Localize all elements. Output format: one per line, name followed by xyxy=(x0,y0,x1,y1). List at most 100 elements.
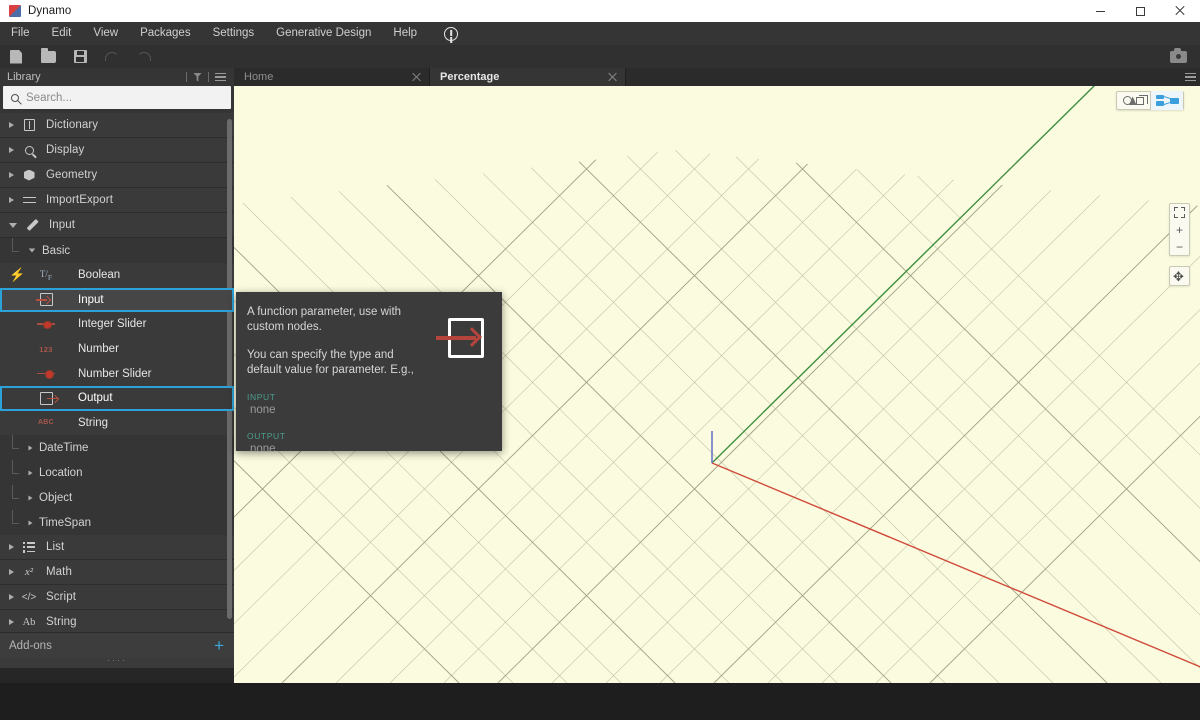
dictionary-icon xyxy=(21,119,37,131)
chevron-right-icon[interactable] xyxy=(28,495,32,500)
minimize-button[interactable] xyxy=(1080,0,1120,22)
maximize-button[interactable] xyxy=(1120,0,1160,22)
add-addon-button[interactable]: + xyxy=(214,637,224,654)
zoom-out-button[interactable]: − xyxy=(1170,238,1189,255)
chevron-right-icon[interactable] xyxy=(9,122,14,128)
redo-arrow-icon xyxy=(137,52,151,61)
alert-circle-icon[interactable] xyxy=(444,27,458,41)
library-tree[interactable]: Dictionary Display Geometry ImportExport xyxy=(0,113,234,632)
zoom-to-fit-button[interactable] xyxy=(1170,204,1189,221)
sidebar-item-string[interactable]: Ab String xyxy=(0,610,234,632)
list-item-integer-slider[interactable]: Integer Slider xyxy=(0,312,234,337)
save-button[interactable] xyxy=(64,45,96,68)
chevron-right-icon[interactable] xyxy=(9,172,14,178)
chevron-right-icon[interactable] xyxy=(9,147,14,153)
library-resize-handle[interactable] xyxy=(0,658,234,668)
new-button[interactable] xyxy=(0,45,32,68)
zoom-in-button[interactable]: + xyxy=(1170,221,1189,238)
undo-button[interactable] xyxy=(96,45,128,68)
maximize-icon xyxy=(1136,7,1145,16)
geometry-3d-icon xyxy=(1123,95,1144,107)
close-button[interactable] xyxy=(1160,0,1200,22)
filter-funnel-icon[interactable] xyxy=(193,73,202,82)
graph-view-toggle[interactable] xyxy=(1150,91,1183,110)
pan-button[interactable]: ✥ xyxy=(1169,266,1190,286)
background-3d-preview-toggle[interactable] xyxy=(1117,91,1150,110)
chevron-right-icon[interactable] xyxy=(9,569,14,575)
chevron-right-icon[interactable] xyxy=(9,619,14,625)
sidebar-subgroup-object[interactable]: Object xyxy=(0,485,234,510)
sidebar-item-label: Geometry xyxy=(46,169,97,181)
screenshot-button[interactable] xyxy=(1162,45,1194,68)
sidebar-subgroup-timespan[interactable]: TimeSpan xyxy=(0,510,234,535)
sidebar-subgroup-basic[interactable]: Basic xyxy=(0,238,234,263)
redo-button[interactable] xyxy=(128,45,160,68)
sidebar-item-dictionary[interactable]: Dictionary xyxy=(0,113,234,138)
sidebar-subgroup-location[interactable]: Location xyxy=(0,460,234,485)
tab-menu-icon[interactable] xyxy=(1180,68,1200,86)
number-123-icon: 123 xyxy=(36,341,56,357)
open-button[interactable] xyxy=(32,45,64,68)
list-item-input[interactable]: Input xyxy=(0,288,234,313)
menu-item-packages[interactable]: Packages xyxy=(129,22,202,45)
tab-label: Percentage xyxy=(440,71,499,83)
sidebar-item-importexport[interactable]: ImportExport xyxy=(0,188,234,213)
string-abc-icon: ABC xyxy=(36,415,56,431)
sidebar-item-display[interactable]: Display xyxy=(0,138,234,163)
list-item-boolean[interactable]: ⚡ T/F Boolean xyxy=(0,263,234,288)
menu-item-help[interactable]: Help xyxy=(382,22,428,45)
search-icon xyxy=(11,94,19,102)
close-icon xyxy=(1175,6,1185,16)
library-scrollbar[interactable] xyxy=(227,113,232,632)
integer-slider-icon xyxy=(36,316,56,332)
input-node-icon xyxy=(36,292,56,308)
sidebar-item-math[interactable]: x² Math xyxy=(0,560,234,585)
tab-home[interactable]: Home xyxy=(234,68,430,86)
string-icon: Ab xyxy=(21,617,37,628)
menu-item-settings[interactable]: Settings xyxy=(202,22,266,45)
chevron-right-icon[interactable] xyxy=(9,544,14,550)
basic-node-list: ⚡ T/F Boolean Input Integer Slider 123 N… xyxy=(0,263,234,435)
subgroup-label: TimeSpan xyxy=(39,517,91,529)
list-item-output[interactable]: Output xyxy=(0,386,234,411)
sidebar-subgroup-datetime[interactable]: DateTime xyxy=(0,435,234,460)
chevron-right-icon[interactable] xyxy=(28,445,32,450)
chevron-down-icon[interactable] xyxy=(29,248,36,252)
menu-item-generative-design[interactable]: Generative Design xyxy=(265,22,382,45)
close-icon[interactable] xyxy=(608,73,617,82)
chevron-down-icon[interactable] xyxy=(9,223,17,228)
list-item-number-slider[interactable]: Number Slider xyxy=(0,361,234,386)
geometry-icon xyxy=(21,170,37,181)
library-menu-icon[interactable] xyxy=(215,73,226,82)
sidebar-item-label: List xyxy=(46,541,64,553)
lightning-icon: ⚡ xyxy=(9,268,18,282)
dynamo-logo-icon xyxy=(9,5,21,17)
menu-item-view[interactable]: View xyxy=(82,22,129,45)
output-node-icon xyxy=(36,390,56,406)
chevron-right-icon[interactable] xyxy=(28,520,32,525)
menu-item-edit[interactable]: Edit xyxy=(41,22,83,45)
dynamo-application-window: Dynamo File Edit View Packages Settings … xyxy=(0,0,1200,720)
menu-bar: File Edit View Packages Settings Generat… xyxy=(0,22,1200,45)
chevron-right-icon[interactable] xyxy=(9,197,14,203)
zoom-controls: + − xyxy=(1169,203,1190,256)
scrollbar-thumb[interactable] xyxy=(227,119,232,619)
boolean-icon: T/F xyxy=(36,267,56,283)
close-icon[interactable] xyxy=(412,73,421,82)
menu-item-file[interactable]: File xyxy=(0,22,41,45)
search-input[interactable] xyxy=(26,92,206,104)
tooltip-paragraph-2: You can specify the type and default val… xyxy=(247,348,427,377)
sidebar-item-list[interactable]: List xyxy=(0,535,234,560)
chevron-right-icon[interactable] xyxy=(28,470,32,475)
sidebar-item-script[interactable]: </> Script xyxy=(0,585,234,610)
tooltip-body: A function parameter, use with custom no… xyxy=(247,305,427,377)
tab-percentage[interactable]: Percentage xyxy=(430,68,626,86)
tree-guide xyxy=(12,460,21,485)
sidebar-item-input[interactable]: Input xyxy=(0,213,234,238)
list-item-string[interactable]: ABC String xyxy=(0,411,234,436)
list-item-number[interactable]: 123 Number xyxy=(0,337,234,362)
library-search-box[interactable] xyxy=(3,86,231,109)
title-bar: Dynamo xyxy=(0,0,1200,22)
sidebar-item-geometry[interactable]: Geometry xyxy=(0,163,234,188)
chevron-right-icon[interactable] xyxy=(9,594,14,600)
